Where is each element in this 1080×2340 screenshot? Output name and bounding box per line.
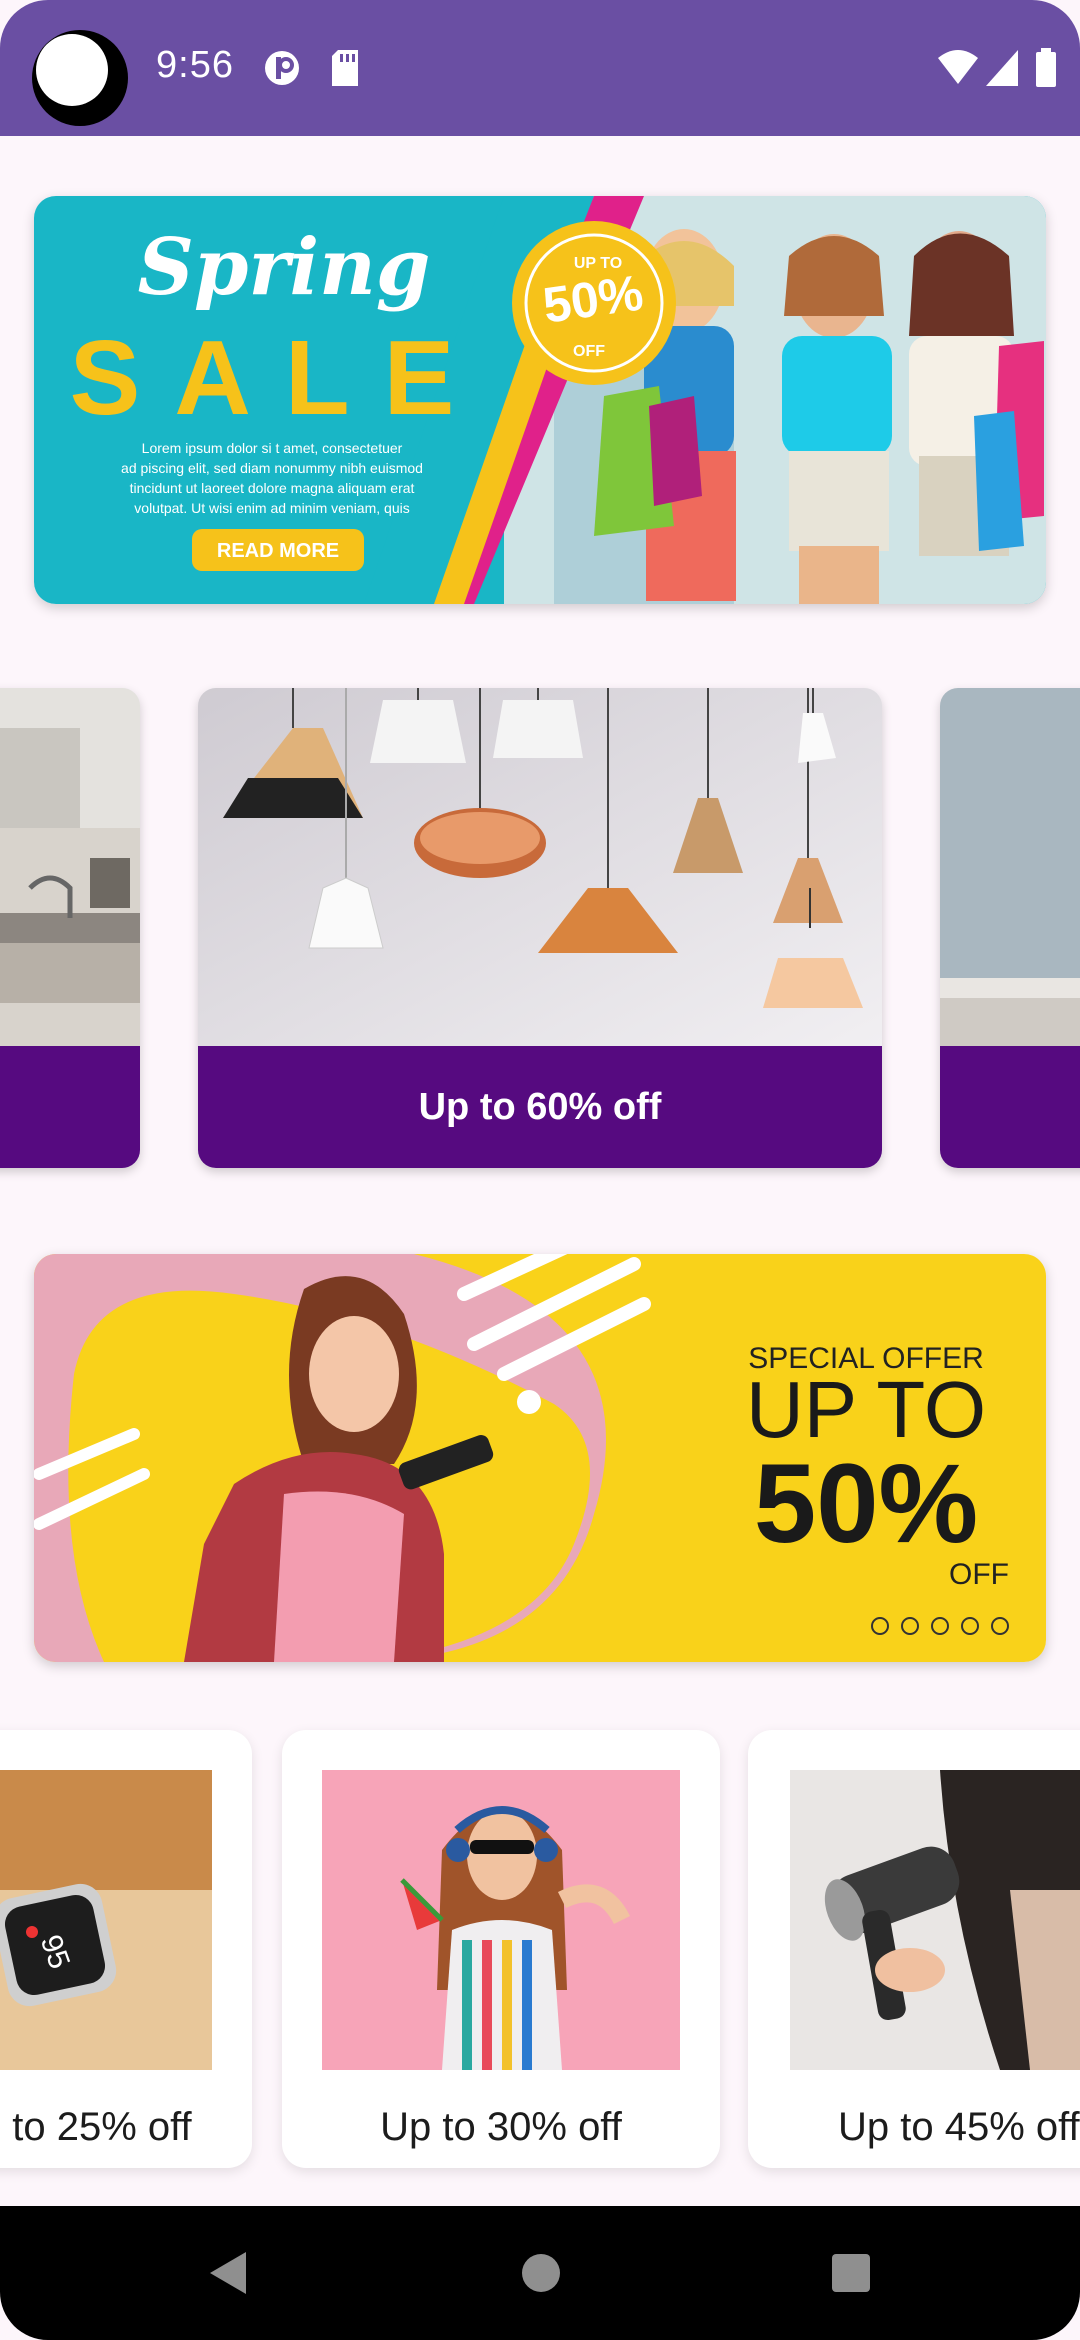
carousel-card-lamps[interactable]: Up to 60% off bbox=[198, 688, 882, 1168]
signal-icon bbox=[986, 50, 1018, 86]
carousel-card-music[interactable]: Up to 30% off bbox=[282, 1730, 720, 2168]
sale-title: SALE bbox=[70, 319, 489, 437]
special-offer-banner[interactable]: SPECIAL OFFER UP TO 50% OFF bbox=[34, 1254, 1046, 1662]
body-line-3: tincidunt ut laoreet dolore magna aliqua… bbox=[130, 480, 415, 496]
badge-off: OFF bbox=[573, 343, 605, 360]
vpn-key-icon bbox=[265, 51, 299, 85]
body-line-2: ad piscing elit, sed diam nonummy nibh e… bbox=[121, 460, 423, 476]
card-caption: Up to 60% off bbox=[198, 1046, 882, 1168]
status-time: 9:56 bbox=[156, 44, 234, 86]
card-caption: Up to 45% off bbox=[838, 2105, 1080, 2149]
back-button[interactable] bbox=[206, 2250, 250, 2296]
carousel-card-room[interactable] bbox=[940, 688, 1080, 1168]
off-line: OFF bbox=[949, 1558, 1009, 1591]
recents-button[interactable] bbox=[830, 2250, 872, 2296]
room-image bbox=[940, 688, 1080, 1046]
body-line-1: Lorem ipsum dolor si t amet, consectetue… bbox=[142, 440, 403, 456]
spring-script-title: Spring bbox=[138, 222, 431, 313]
hairdryer-image bbox=[790, 1770, 1080, 2070]
fifty-percent-line: 50% bbox=[754, 1441, 978, 1566]
card-caption bbox=[0, 1046, 140, 1168]
body-line-4: volutpat. Ut wisi enim ad minim veniam, … bbox=[134, 500, 409, 516]
card-caption: Up to 25% off bbox=[0, 2105, 192, 2149]
camera-cutout bbox=[32, 30, 128, 126]
card-caption: Up to 30% off bbox=[380, 2105, 622, 2149]
read-more-label: READ MORE bbox=[217, 540, 339, 562]
spring-sale-banner[interactable]: UP TO 50% OFF Spring SALE Lorem ipsum do… bbox=[34, 196, 1046, 604]
card-caption bbox=[940, 1046, 1080, 1168]
music-girl-image bbox=[322, 1770, 680, 2070]
carousel-card-watch[interactable]: 95 Up to 25% off bbox=[0, 1730, 252, 2168]
wifi-icon bbox=[938, 50, 978, 84]
watch-image: 95 bbox=[0, 1770, 212, 2070]
battery-icon bbox=[1036, 48, 1056, 87]
sd-card-icon bbox=[332, 50, 358, 86]
kitchen-image bbox=[0, 688, 140, 1046]
navigation-bar bbox=[0, 2206, 1080, 2340]
home-button[interactable] bbox=[520, 2250, 562, 2296]
carousel-card-kitchen[interactable] bbox=[0, 688, 140, 1168]
carousel-card-hairdryer[interactable]: Up to 45% off bbox=[748, 1730, 1080, 2168]
lamps-image bbox=[198, 688, 882, 1046]
status-bar: 9:56 bbox=[0, 0, 1080, 136]
